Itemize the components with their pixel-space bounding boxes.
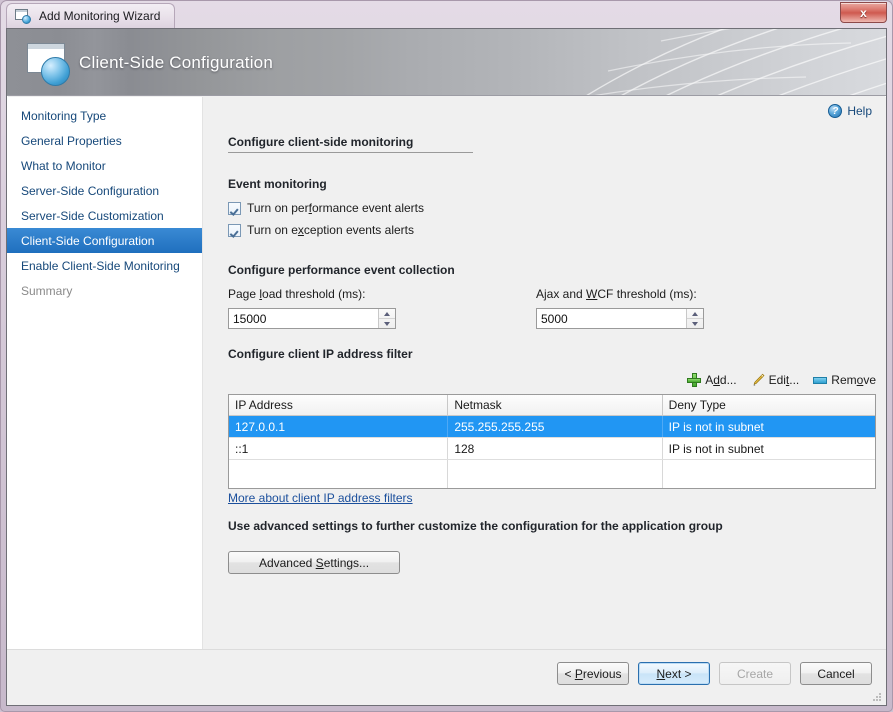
sidebar-item-server-side-configuration[interactable]: Server-Side Configuration bbox=[7, 178, 202, 203]
wizard-body: Monitoring Type General Properties What … bbox=[7, 97, 886, 649]
ajax-wcf-threshold-input[interactable] bbox=[537, 309, 686, 328]
performance-collection-heading: Configure performance event collection bbox=[228, 263, 455, 277]
page-load-threshold-label: Page load threshold (ms): bbox=[228, 287, 366, 301]
help-circle-icon: ? bbox=[828, 104, 843, 118]
ajax-wcf-spin-buttons bbox=[686, 309, 703, 328]
performance-event-alerts-checkbox[interactable]: Turn on performance event alerts bbox=[228, 201, 424, 215]
cell-netmask: 255.255.255.255 bbox=[448, 416, 663, 437]
sidebar-item-label: Summary bbox=[21, 283, 73, 298]
page-title: Client-Side Configuration bbox=[79, 52, 273, 72]
checkbox-box bbox=[228, 201, 241, 215]
sidebar-item-what-to-monitor[interactable]: What to Monitor bbox=[7, 153, 202, 178]
table-empty-cell bbox=[229, 460, 449, 488]
column-header-ip-address[interactable]: IP Address bbox=[229, 395, 449, 415]
wizard-steps-sidebar: Monitoring Type General Properties What … bbox=[7, 97, 203, 649]
sidebar-item-enable-client-side-monitoring[interactable]: Enable Client-Side Monitoring bbox=[7, 253, 202, 278]
table-empty-area bbox=[229, 460, 875, 488]
add-label: Add... bbox=[705, 373, 737, 387]
help-link[interactable]: ? Help bbox=[828, 104, 872, 118]
pencil-icon bbox=[751, 373, 765, 387]
wizard-banner: Client-Side Configuration bbox=[7, 29, 886, 96]
sidebar-item-label: What to Monitor bbox=[21, 158, 106, 173]
section-title: Configure client-side monitoring bbox=[228, 135, 473, 153]
sidebar-item-general-properties[interactable]: General Properties bbox=[7, 128, 202, 153]
sidebar-item-label: General Properties bbox=[21, 133, 122, 148]
previous-label: < Previous bbox=[564, 666, 622, 681]
event-monitoring-heading: Event monitoring bbox=[228, 177, 327, 191]
spinner-down-icon[interactable] bbox=[379, 319, 395, 328]
cancel-label: Cancel bbox=[817, 666, 855, 681]
checkbox-label: Turn on exception events alerts bbox=[247, 223, 414, 237]
page-load-threshold-stepper[interactable] bbox=[228, 308, 396, 329]
column-header-deny-type[interactable]: Deny Type bbox=[663, 395, 875, 415]
spinner-up-icon[interactable] bbox=[687, 309, 703, 319]
footer-button-group: < Previous Next > Create Cancel bbox=[557, 662, 872, 685]
cell-deny-type: IP is not in subnet bbox=[668, 419, 764, 434]
add-button[interactable]: Add... bbox=[687, 373, 737, 387]
page-load-spin-buttons bbox=[378, 309, 395, 328]
create-button: Create bbox=[719, 662, 791, 685]
banner-mesh-decoration bbox=[586, 29, 886, 95]
column-header-netmask[interactable]: Netmask bbox=[448, 395, 663, 415]
sidebar-item-label: Enable Client-Side Monitoring bbox=[21, 258, 180, 273]
ip-filter-heading: Configure client IP address filter bbox=[228, 347, 413, 361]
table-row[interactable]: 127.0.0.1 255.255.255.255 IP is not in s… bbox=[229, 416, 875, 438]
help-label: Help bbox=[847, 104, 872, 118]
sidebar-item-label: Client-Side Configuration bbox=[21, 233, 155, 248]
ip-filter-table: IP Address Netmask Deny Type 127.0.0.1 2… bbox=[228, 394, 876, 489]
sidebar-item-label: Server-Side Configuration bbox=[21, 183, 160, 198]
wizard-content: ? Help Configure client-side monitoring … bbox=[204, 97, 886, 649]
cell-ip-address: 127.0.0.1 bbox=[229, 416, 449, 437]
title-tab: Add Monitoring Wizard bbox=[6, 3, 176, 28]
cancel-button[interactable]: Cancel bbox=[800, 662, 872, 685]
advanced-settings-button[interactable]: Advanced Settings... bbox=[228, 551, 400, 574]
table-empty-cell bbox=[663, 460, 875, 488]
help-glyph: ? bbox=[832, 105, 839, 117]
dash-icon bbox=[813, 376, 828, 384]
table-header-row: IP Address Netmask Deny Type bbox=[229, 395, 875, 416]
resize-grip[interactable] bbox=[871, 691, 882, 702]
spinner-down-icon[interactable] bbox=[687, 319, 703, 328]
ajax-wcf-threshold-label: Ajax and WCF threshold (ms): bbox=[536, 287, 697, 301]
title-bar: Add Monitoring Wizard x bbox=[0, 0, 893, 28]
spinner-up-icon[interactable] bbox=[379, 309, 395, 319]
remove-button[interactable]: Remove bbox=[813, 373, 876, 387]
sidebar-item-client-side-configuration[interactable]: Client-Side Configuration bbox=[7, 228, 202, 253]
page-load-threshold-input[interactable] bbox=[229, 309, 378, 328]
advanced-settings-heading: Use advanced settings to further customi… bbox=[228, 519, 723, 533]
table-row[interactable]: ::1 128 IP is not in subnet bbox=[229, 438, 875, 460]
plus-icon bbox=[687, 373, 702, 387]
cell-ip-address: ::1 bbox=[229, 438, 449, 459]
sidebar-item-monitoring-type[interactable]: Monitoring Type bbox=[7, 103, 202, 128]
close-icon[interactable]: x bbox=[840, 2, 887, 23]
close-glyph: x bbox=[860, 5, 867, 20]
edit-label: Edit... bbox=[768, 373, 800, 387]
sidebar-item-server-side-customization[interactable]: Server-Side Customization bbox=[7, 203, 202, 228]
next-button[interactable]: Next > bbox=[638, 662, 710, 685]
next-label: Next > bbox=[656, 666, 692, 681]
wizard-window: Add Monitoring Wizard x Client-Side Conf… bbox=[0, 0, 893, 712]
table-empty-cell bbox=[448, 460, 663, 488]
sidebar-item-label: Server-Side Customization bbox=[21, 208, 164, 223]
ip-filter-toolbar: Add... Edit... Remove bbox=[228, 373, 876, 387]
checkbox-box bbox=[228, 223, 241, 237]
advanced-settings-label: Advanced Settings... bbox=[258, 555, 370, 570]
previous-button[interactable]: < Previous bbox=[557, 662, 629, 685]
cell-netmask: 128 bbox=[448, 438, 663, 459]
window-title: Add Monitoring Wizard bbox=[39, 9, 161, 23]
wizard-footer: < Previous Next > Create Cancel bbox=[7, 649, 886, 705]
more-about-ip-filters-link[interactable]: More about client IP address filters bbox=[228, 491, 413, 505]
edit-button[interactable]: Edit... bbox=[751, 373, 800, 387]
banner-window-sphere-icon bbox=[21, 40, 77, 88]
create-label: Create bbox=[736, 666, 774, 681]
remove-label: Remove bbox=[831, 373, 876, 387]
sidebar-item-label: Monitoring Type bbox=[21, 108, 107, 123]
sidebar-item-summary: Summary bbox=[7, 278, 202, 303]
ajax-wcf-threshold-stepper[interactable] bbox=[536, 308, 704, 329]
window-sphere-icon bbox=[15, 8, 32, 24]
cell-deny-type: IP is not in subnet bbox=[668, 441, 764, 456]
exception-event-alerts-checkbox[interactable]: Turn on exception events alerts bbox=[228, 223, 414, 237]
checkbox-label: Turn on performance event alerts bbox=[247, 201, 424, 215]
